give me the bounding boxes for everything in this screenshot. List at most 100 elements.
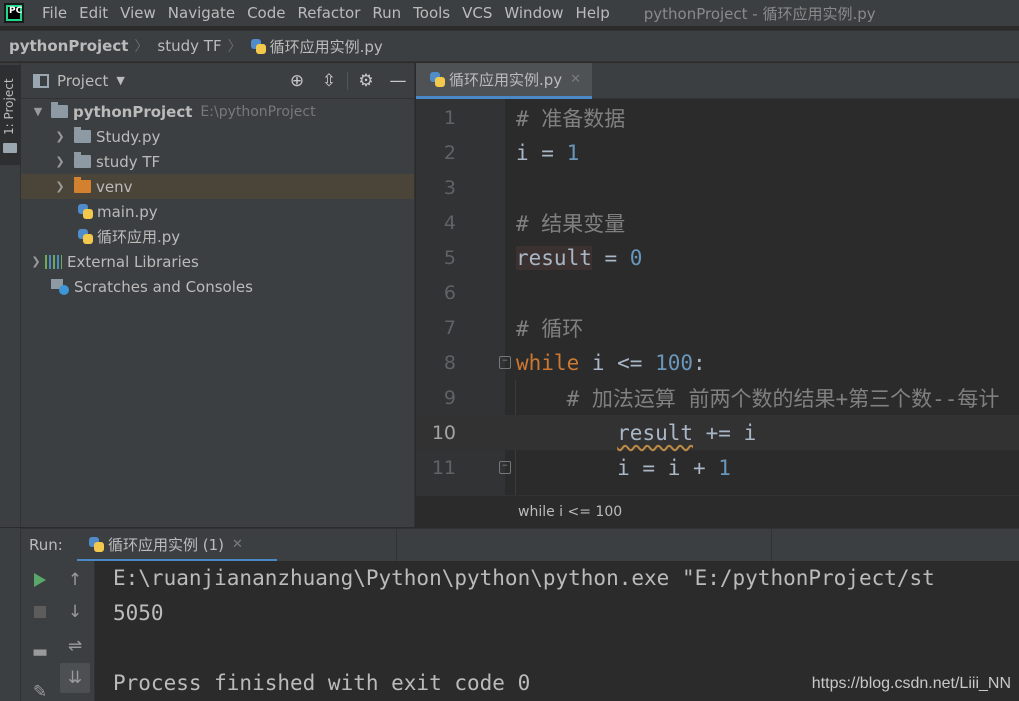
scroll-to-end-icon[interactable]: ⇊ [60, 663, 90, 693]
close-icon[interactable]: ✕ [570, 72, 581, 87]
menu-edit[interactable]: Edit [73, 4, 114, 22]
chevron-right-icon[interactable]: ❯ [53, 180, 67, 193]
project-panel-tools: ⊕ ⇳ ⚙ — [281, 71, 414, 91]
project-panel-title[interactable]: Project [57, 72, 108, 90]
header-divider [396, 529, 397, 562]
run-label: Run: [29, 536, 63, 554]
code-line: 5 result = 0 [416, 240, 1019, 275]
tree-item-study-tf[interactable]: ❯ study TF [21, 149, 414, 174]
nav-crumb-file[interactable]: 循环应用实例.py [242, 36, 389, 57]
console-line: E:\ruanjiananzhuang\Python\python\python… [113, 566, 935, 590]
line-number: 5 [443, 246, 456, 269]
menu-view[interactable]: View [114, 4, 162, 22]
code-line: 6 [416, 275, 1019, 310]
rerun-button[interactable] [25, 565, 55, 595]
tree-item-venv[interactable]: ❯ venv [21, 174, 414, 199]
nav-crumb-folder[interactable]: study TF [148, 37, 227, 55]
code-text: i = i + 1 [516, 455, 731, 480]
collapse-all-icon[interactable]: ⇳ [313, 71, 345, 91]
chevron-right-icon: 〉 [134, 39, 149, 55]
project-tree: ▼ pythonProject E:\pythonProject ❯ Study… [21, 99, 414, 299]
pycharm-logo-icon: PC [4, 3, 24, 23]
python-file-icon [250, 38, 266, 54]
tree-item-label: venv [96, 177, 133, 196]
arrow-up-icon[interactable]: ↑ [60, 565, 90, 595]
code-editor[interactable]: 1 # 准备数据 2 i = 1 3 4 # 结果变量 5 result = 0… [416, 99, 1019, 495]
chevron-down-icon[interactable]: ▼ [31, 105, 45, 118]
window-title: pythonProject - 循环应用实例.py [643, 4, 876, 23]
watermark: https://blog.csdn.net/Liii_NN [811, 675, 1011, 692]
editor-breadcrumb[interactable]: while i <= 100 [518, 504, 622, 520]
python-file-icon [89, 536, 104, 552]
code-line: 11 − i = i + 1 [416, 450, 1019, 485]
menu-bar: PC File Edit View Navigate Code Refactor… [0, 0, 1019, 26]
toolbar-divider [347, 71, 348, 90]
fold-toggle-icon[interactable]: − [499, 356, 511, 369]
chevron-right-icon[interactable]: ❯ [53, 155, 67, 168]
stop-button[interactable] [25, 597, 55, 627]
hide-panel-icon[interactable]: — [382, 71, 414, 91]
chevron-right-icon[interactable]: ❯ [29, 255, 43, 268]
folder-icon [3, 143, 17, 153]
menu-tools[interactable]: Tools [407, 4, 456, 22]
line-number: 7 [443, 316, 456, 339]
header-divider [771, 529, 772, 562]
gear-icon[interactable]: ⚙ [350, 71, 382, 91]
editor-tab-label: 循环应用实例.py [449, 71, 563, 89]
folder-icon [74, 152, 91, 168]
line-number: 8 [443, 351, 456, 374]
line-number: 2 [443, 141, 456, 164]
run-panel-header: Run: 循环应用实例 (1) ✕ [21, 528, 1019, 562]
run-tab-active[interactable]: 循环应用实例 (1) ✕ [77, 529, 277, 562]
tree-item-pythonproject[interactable]: ▼ pythonProject E:\pythonProject [21, 99, 414, 124]
menu-navigate[interactable]: Navigate [162, 4, 241, 22]
navigation-bar: pythonProject 〉 study TF 〉 循环应用实例.py [0, 30, 1019, 62]
nav-crumb-file-label: 循环应用实例.py [269, 37, 383, 56]
menu-refactor[interactable]: Refactor [291, 4, 366, 22]
menu-file[interactable]: File [36, 4, 73, 22]
code-text: while i <= 100: [516, 350, 706, 375]
arrow-down-icon[interactable]: ↓ [60, 597, 90, 627]
project-tool-tab-label: 1: Project [2, 78, 16, 135]
code-text: result = 0 [516, 245, 643, 270]
tree-item-scratches[interactable]: Scratches and Consoles [21, 274, 414, 299]
console-line: 5050 [113, 601, 164, 625]
tree-item-main-py[interactable]: main.py [21, 199, 414, 224]
chevron-down-icon[interactable]: ▼ [116, 74, 124, 87]
library-icon [45, 254, 62, 269]
menu-run[interactable]: Run [366, 4, 407, 22]
code-text: i = 1 [516, 140, 580, 165]
folder-icon [51, 102, 68, 118]
code-line: 2 i = 1 [416, 135, 1019, 170]
project-tool-tab[interactable]: 1: Project [0, 65, 21, 165]
menu-help[interactable]: Help [570, 4, 616, 22]
python-file-icon [430, 72, 445, 87]
code-line: 7 # 循环 [416, 310, 1019, 345]
menu-window[interactable]: Window [498, 4, 569, 22]
tree-item-label: study TF [96, 152, 161, 171]
menu-code[interactable]: Code [241, 4, 291, 22]
layout-icon[interactable]: ▬ [25, 637, 55, 667]
tree-item-loop-py[interactable]: 循环应用.py [21, 224, 414, 249]
editor-tab-active[interactable]: 循环应用实例.py ✕ [416, 63, 592, 99]
code-line: 3 [416, 170, 1019, 205]
tree-item-label: External Libraries [67, 252, 199, 271]
code-line: 9 # 加法运算 前两个数的结果+第三个数--每计 [416, 380, 1019, 415]
play-icon [34, 573, 46, 587]
chevron-right-icon[interactable]: ❯ [53, 130, 67, 143]
code-line: 8 − while i <= 100: [416, 345, 1019, 380]
project-view-icon [33, 73, 49, 88]
close-icon[interactable]: ✕ [232, 537, 243, 552]
tree-item-label: Scratches and Consoles [74, 277, 253, 296]
menu-vcs[interactable]: VCS [456, 4, 498, 22]
run-console[interactable]: E:\ruanjiananzhuang\Python\python\python… [95, 561, 1019, 701]
pin-icon[interactable]: ✎ [25, 677, 55, 701]
tree-item-label: 循环应用.py [97, 228, 181, 246]
excluded-folder-icon [74, 177, 91, 193]
locate-file-icon[interactable]: ⊕ [281, 71, 313, 91]
tree-item-study-py[interactable]: ❯ Study.py [21, 124, 414, 149]
tree-item-external-libraries[interactable]: ❯ External Libraries [21, 249, 414, 274]
soft-wrap-icon[interactable]: ⇌ [60, 631, 90, 661]
nav-crumb-project[interactable]: pythonProject [0, 37, 134, 55]
fold-end-icon[interactable]: − [499, 461, 511, 474]
